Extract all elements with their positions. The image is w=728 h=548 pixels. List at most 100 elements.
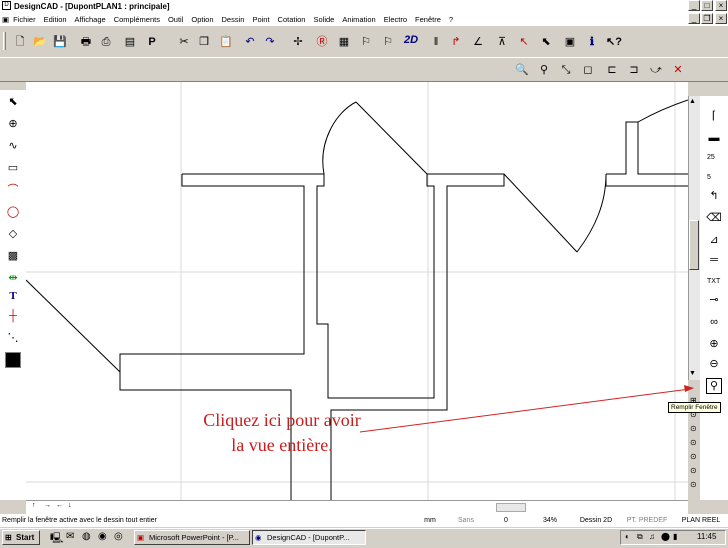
menu-fichier[interactable]: Fichier [13, 15, 36, 24]
scroll-down-arrow-icon[interactable]: ▼ [689, 370, 696, 377]
redo-icon[interactable]: ↷ [262, 34, 278, 50]
glasses-icon[interactable]: ∞ [706, 314, 722, 330]
scroll-left-icon[interactable]: ↑ [32, 502, 36, 509]
copy-icon[interactable]: ❐ [196, 34, 212, 50]
text-tool-icon[interactable]: T [5, 288, 21, 304]
box-tool-icon[interactable]: ▭ [5, 160, 21, 176]
select-arrow-icon[interactable]: ⬉ [5, 94, 21, 110]
close-button[interactable]: × [715, 0, 727, 11]
scroll-up-arrow-icon[interactable]: ▲ [689, 98, 696, 105]
scroll-btn-2-icon[interactable]: → [44, 502, 51, 509]
size-value-25[interactable]: 25 [707, 154, 715, 161]
menu-cotation[interactable]: Cotation [278, 15, 306, 24]
quicklaunch-5-icon[interactable]: ◎ [114, 531, 123, 542]
key-icon[interactable]: ⊸ [706, 292, 722, 308]
open-folder-icon[interactable]: 📂 [32, 34, 48, 50]
circle-tool-icon[interactable]: ◯ [5, 204, 21, 220]
doc-minimize-button[interactable]: _ [688, 13, 700, 24]
curve-tool-icon[interactable]: ∿ [5, 138, 21, 154]
page-setup-icon[interactable]: ▤ [122, 34, 138, 50]
quicklaunch-1-icon[interactable]: 🖳 [50, 531, 63, 548]
snap-icon[interactable]: ✢ [290, 34, 306, 50]
line-weight-icon[interactable]: ▬ [706, 130, 722, 146]
line-tool-icon[interactable]: ↱ [448, 34, 464, 50]
scroll-track[interactable] [496, 503, 526, 512]
maximize-button[interactable]: □ [701, 0, 713, 11]
flag-icon[interactable]: ⚐ [358, 34, 374, 50]
zoom-window-icon[interactable]: 🔍 [514, 62, 530, 78]
dimension-tool-icon[interactable]: ⇹ [5, 270, 21, 286]
tree-icon[interactable]: ⊼ [494, 34, 510, 50]
zoom-out-icon[interactable]: ⊖ [706, 356, 722, 372]
polygon-tool-icon[interactable]: ◇ [5, 226, 21, 242]
menu-electro[interactable]: Electro [384, 15, 407, 24]
eraser-icon[interactable]: ⌫ [706, 210, 722, 226]
cut-icon[interactable]: ✂ [176, 34, 192, 50]
start-button[interactable]: ⊞ Start [2, 530, 40, 545]
tray-5-icon[interactable]: ▮ [673, 532, 677, 541]
tray-1-icon[interactable]: ◐ [625, 532, 630, 541]
dashed-line-icon[interactable]: ⋱ [5, 330, 21, 346]
redraw-icon[interactable]: ⊐ [626, 62, 642, 78]
pause-icon[interactable]: ‖ [428, 34, 444, 50]
scroll-btn-4-icon[interactable]: ↓ [68, 502, 72, 509]
zoom-btn-3-icon[interactable]: ⊙ [690, 424, 697, 433]
cancel-view-icon[interactable]: ✕ [670, 62, 686, 78]
window-icon[interactable]: ▣ [562, 34, 578, 50]
zoom-tool-icon[interactable]: ⊕ [5, 116, 21, 132]
zoom-btn-6-icon[interactable]: ⊙ [690, 466, 697, 475]
zoom-btn-4-icon[interactable]: ⊙ [690, 438, 697, 447]
tray-2-icon[interactable]: ⧉ [637, 532, 643, 542]
task-designcad[interactable]: ◉ DesignCAD - [DupontP... [252, 530, 366, 545]
hline-icon[interactable]: ═ [706, 252, 722, 268]
menu-dessin[interactable]: Dessin [222, 15, 245, 24]
print-icon[interactable]: 🖶 [78, 34, 94, 50]
angle-tool-icon[interactable]: ∠ [470, 34, 486, 50]
quicklaunch-3-icon[interactable]: ◍ [82, 531, 91, 542]
menu-complements[interactable]: Compléments [114, 15, 160, 24]
undo-icon[interactable]: ↶ [242, 34, 258, 50]
help-pointer-icon[interactable]: ↖? [606, 34, 622, 50]
zoom-extents-icon[interactable]: ⤡ [558, 62, 574, 78]
menu-outil[interactable]: Outil [168, 15, 183, 24]
properties-icon[interactable]: P [144, 34, 160, 50]
menu-solide[interactable]: Solide [313, 15, 334, 24]
menu-fenetre[interactable]: Fenêtre [415, 15, 441, 24]
doc-close-button[interactable]: × [715, 13, 727, 24]
measure-icon[interactable]: ⊿ [706, 232, 722, 248]
zoom-btn-5-icon[interactable]: ⊙ [690, 452, 697, 461]
zoom-dynamic-icon[interactable]: ⚲ [536, 62, 552, 78]
new-file-icon[interactable]: 🗋 [12, 34, 28, 50]
quicklaunch-4-icon[interactable]: ◉ [98, 531, 107, 542]
paste-icon[interactable]: 📋 [218, 34, 234, 50]
mode-2d-button[interactable]: 2D [404, 34, 418, 46]
quicklaunch-2-icon[interactable]: ✉ [66, 531, 74, 542]
menu-edition[interactable]: Edition [44, 15, 67, 24]
text-style-button[interactable]: TXT [707, 278, 720, 285]
pointer-icon[interactable]: ⬉ [538, 34, 554, 50]
minimize-button[interactable]: _ [688, 0, 700, 11]
arc-tool-icon[interactable]: ⌒ [5, 182, 21, 198]
rotate-view-icon[interactable]: ⤻ [648, 62, 664, 78]
pan-icon[interactable]: ⊏ [604, 62, 620, 78]
menu-option[interactable]: Option [191, 15, 213, 24]
zoom-btn-7-icon[interactable]: ⊙ [690, 480, 697, 489]
pick-icon[interactable]: ↖ [516, 34, 532, 50]
zoom-fill-window-icon[interactable]: ⚲ [706, 378, 722, 394]
tray-3-icon[interactable]: ♫ [649, 532, 655, 541]
menu-affichage[interactable]: Affichage [75, 15, 106, 24]
corner-tool-icon[interactable]: ⌈ [706, 108, 722, 124]
vertical-scroll-thumb[interactable] [689, 220, 699, 270]
menu-animation[interactable]: Animation [342, 15, 375, 24]
zoom-in-icon[interactable]: ⊕ [706, 336, 722, 352]
fillet-icon[interactable]: ↰ [706, 188, 722, 204]
menu-point[interactable]: Point [252, 15, 269, 24]
horizontal-scrollbar[interactable]: ↑ → ← ↓ [26, 500, 688, 514]
layer-icon[interactable]: ▦ [336, 34, 352, 50]
zoom-previous-icon[interactable]: ◻ [580, 62, 596, 78]
menu-help[interactable]: ? [449, 15, 453, 24]
flag2-icon[interactable]: ⚐ [380, 34, 396, 50]
tray-4-icon[interactable]: ⬤ [661, 532, 670, 541]
crosshair-tool-icon[interactable]: ┼ [5, 308, 21, 324]
color-swatch[interactable] [5, 352, 21, 368]
